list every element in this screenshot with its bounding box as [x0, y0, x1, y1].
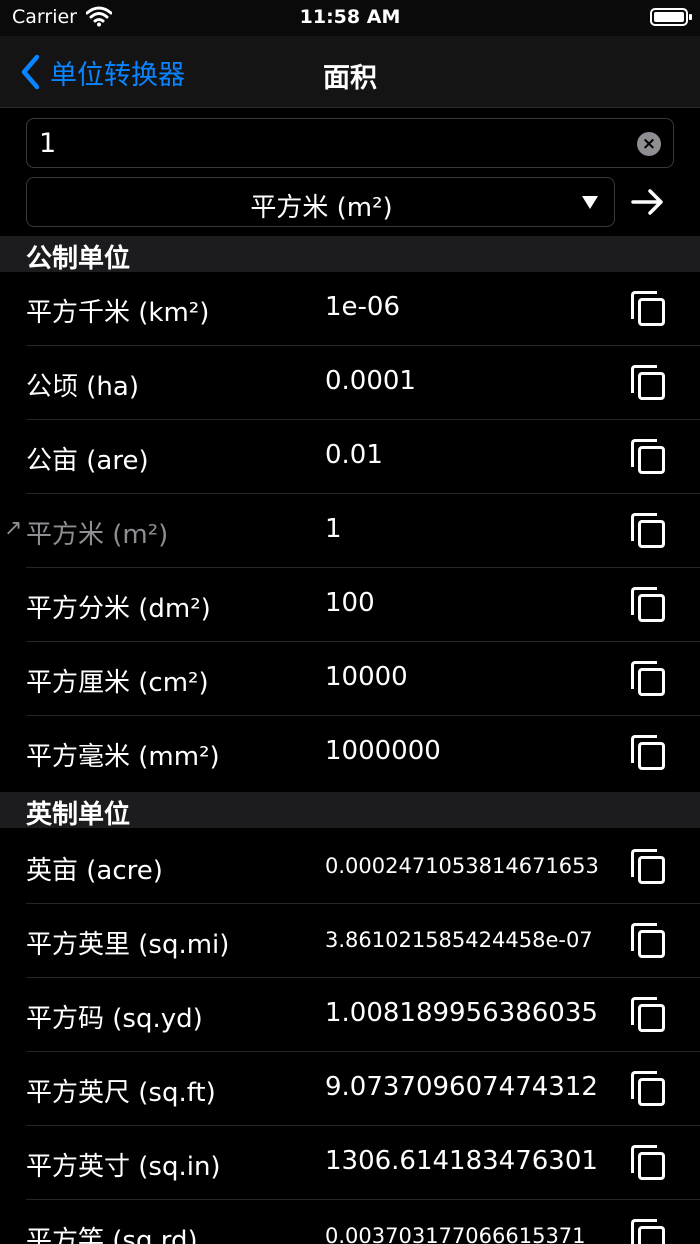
unit-value: 1 — [325, 514, 342, 544]
unit-name: 平方英尺 (sq.ft) — [26, 1078, 216, 1108]
unit-row[interactable]: 平方毫米 (mm²) 1000000 — [0, 716, 700, 790]
unit-row[interactable]: 平方竿 (sq.rd) 0.003703177066615371 — [0, 1200, 700, 1244]
copy-icon[interactable] — [631, 513, 667, 549]
unit-name: 平方码 (sq.yd) — [26, 1004, 203, 1034]
unit-row[interactable]: 平方千米 (km²) 1e-06 — [0, 272, 700, 346]
value-input-text: 1 — [39, 128, 57, 159]
unit-select[interactable]: 平方米 (m²) — [26, 177, 615, 227]
unit-name: 英亩 (acre) — [26, 856, 163, 886]
arrow-right-icon[interactable] — [630, 188, 666, 216]
battery-icon — [650, 8, 692, 26]
unit-value: 0.0002471053814671653 — [325, 854, 599, 878]
copy-icon[interactable] — [631, 439, 667, 475]
unit-name: 平方英寸 (sq.in) — [26, 1152, 221, 1182]
unit-name: 平方分米 (dm²) — [26, 594, 211, 624]
unit-name: 平方米 (m²) — [26, 520, 169, 550]
copy-icon[interactable] — [631, 587, 667, 623]
navigation-bar: 单位转换器 面积 — [0, 36, 700, 108]
unit-value: 1306.614183476301 — [325, 1146, 598, 1176]
copy-icon[interactable] — [631, 849, 667, 885]
unit-name: 平方千米 (km²) — [26, 298, 210, 328]
value-input[interactable]: 1 × — [26, 118, 674, 168]
status-bar: Carrier 11:58 AM — [0, 0, 700, 36]
unit-name: 平方毫米 (mm²) — [26, 742, 220, 772]
copy-icon[interactable] — [631, 365, 667, 401]
copy-icon[interactable] — [631, 1145, 667, 1181]
unit-value: 9.073709607474312 — [325, 1072, 598, 1102]
copy-icon[interactable] — [631, 1071, 667, 1107]
unit-value: 100 — [325, 588, 375, 618]
copy-icon[interactable] — [631, 1219, 667, 1244]
unit-select-label: 平方米 (m²) — [250, 193, 393, 223]
unit-value: 3.861021585424458e-07 — [325, 928, 593, 952]
copy-icon[interactable] — [631, 997, 667, 1033]
section-header-imperial: 英制单位 — [0, 792, 700, 830]
current-unit-marker-icon: ↗ — [4, 516, 23, 541]
unit-value: 1e-06 — [325, 292, 401, 322]
conversion-input-area: 1 × 平方米 (m²) — [0, 108, 700, 236]
clear-icon[interactable]: × — [637, 132, 661, 156]
unit-row[interactable]: 平方英寸 (sq.in) 1306.614183476301 — [0, 1126, 700, 1200]
unit-row[interactable]: 平方厘米 (cm²) 10000 — [0, 642, 700, 716]
unit-name: 公亩 (are) — [26, 446, 149, 476]
unit-value: 10000 — [325, 662, 408, 692]
section-header-metric: 公制单位 — [0, 236, 700, 274]
section-title: 公制单位 — [26, 244, 131, 274]
unit-row[interactable]: 公顷 (ha) 0.0001 — [0, 346, 700, 420]
unit-name: 公顷 (ha) — [26, 372, 139, 402]
unit-row-current[interactable]: ↗ 平方米 (m²) 1 — [0, 494, 700, 568]
status-time: 11:58 AM — [299, 6, 401, 28]
unit-row[interactable]: 平方分米 (dm²) 100 — [0, 568, 700, 642]
unit-name: 平方英里 (sq.mi) — [26, 930, 230, 960]
page-title: 面积 — [323, 63, 377, 94]
unit-value: 0.01 — [325, 440, 383, 470]
unit-name: 平方厘米 (cm²) — [26, 668, 209, 698]
section-title: 英制单位 — [26, 800, 131, 830]
unit-name: 平方竿 (sq.rd) — [26, 1226, 198, 1244]
unit-row[interactable]: 英亩 (acre) 0.0002471053814671653 — [0, 830, 700, 904]
triangle-down-icon — [582, 196, 598, 209]
unit-value: 1000000 — [325, 736, 441, 766]
unit-value: 0.003703177066615371 — [325, 1224, 586, 1244]
unit-row[interactable]: 平方英里 (sq.mi) 3.861021585424458e-07 — [0, 904, 700, 978]
copy-icon[interactable] — [631, 661, 667, 697]
unit-row[interactable]: 平方英尺 (sq.ft) 9.073709607474312 — [0, 1052, 700, 1126]
unit-value: 1.008189956386035 — [325, 998, 598, 1028]
copy-icon[interactable] — [631, 291, 667, 327]
copy-icon[interactable] — [631, 923, 667, 959]
unit-value: 0.0001 — [325, 366, 416, 396]
unit-row[interactable]: 公亩 (are) 0.01 — [0, 420, 700, 494]
unit-row[interactable]: 平方码 (sq.yd) 1.008189956386035 — [0, 978, 700, 1052]
copy-icon[interactable] — [631, 735, 667, 771]
